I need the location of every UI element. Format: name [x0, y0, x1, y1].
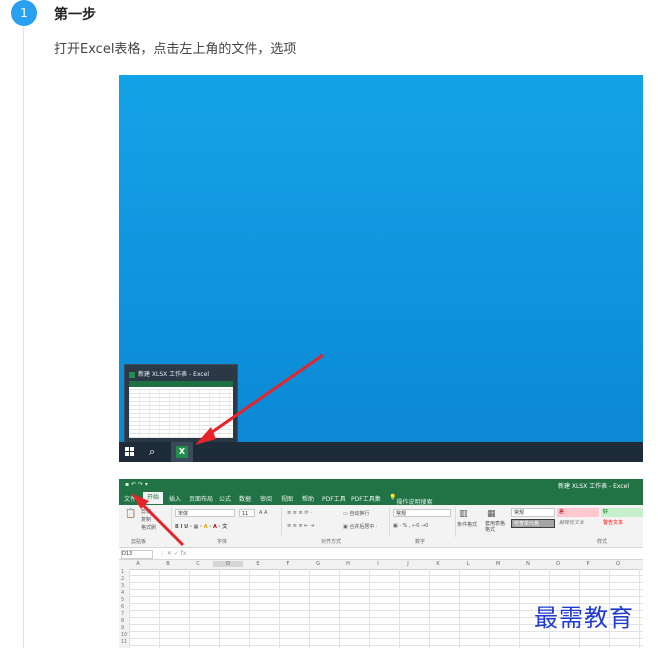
step-title: 第一步	[54, 7, 96, 23]
step-number-badge: 1	[11, 0, 37, 26]
desktop-screenshot: 新建 XLSX 工作表 - Excel ⌕ X	[119, 75, 643, 462]
timeline-line	[23, 20, 24, 648]
red-arrow	[195, 353, 324, 445]
step-description: 打开Excel表格，点击左上角的文件，选项	[54, 42, 297, 57]
watermark: 最需教育	[534, 604, 634, 632]
